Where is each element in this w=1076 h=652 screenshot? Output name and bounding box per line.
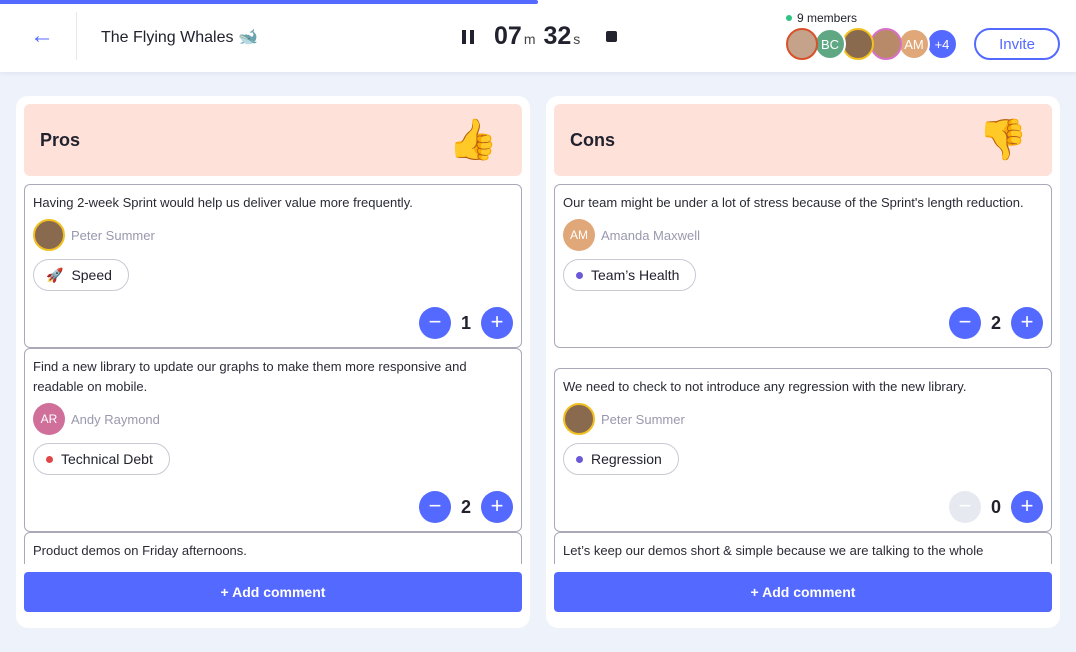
session-title: The Flying Whales 🐋 <box>101 29 258 46</box>
comment-author: AM Amanda Maxwell <box>563 219 1043 251</box>
member-avatar[interactable]: +4 <box>926 28 958 60</box>
member-avatar[interactable] <box>842 28 874 60</box>
avatar: AM <box>563 219 595 251</box>
comment-card[interactable]: We need to check to not introduce any re… <box>554 368 1052 532</box>
comment-list[interactable]: Our team might be under a lot of stress … <box>554 184 1052 564</box>
timer-minutes: 07 <box>494 22 522 50</box>
timer-seconds: 32 <box>543 22 572 50</box>
comment-card[interactable]: Having 2-week Sprint would help us deliv… <box>24 184 522 348</box>
comment-card[interactable]: Our team might be under a lot of stress … <box>554 184 1052 348</box>
author-name: Peter Summer <box>71 227 155 243</box>
downvote-button[interactable]: − <box>949 307 981 339</box>
tag-chip[interactable]: 🚀 Speed <box>33 259 129 291</box>
author-name: Amanda Maxwell <box>601 227 700 243</box>
member-avatars[interactable]: BC AM +4 <box>786 28 958 60</box>
back-arrow-icon[interactable]: ← <box>30 22 58 50</box>
downvote-button[interactable]: − <box>419 491 451 523</box>
upvote-button[interactable]: + <box>1011 307 1043 339</box>
vote-count: 2 <box>460 496 471 517</box>
tag-label: Team’s Health <box>591 267 680 283</box>
comment-card[interactable]: Find a new library to update our graphs … <box>24 348 522 532</box>
member-avatar[interactable]: BC <box>814 28 846 60</box>
comment-list[interactable]: Having 2-week Sprint would help us deliv… <box>24 184 522 564</box>
members-count: 9 members <box>786 11 857 25</box>
comment-card[interactable]: Let’s keep our demos short & simple beca… <box>554 532 1052 564</box>
tag-dot-icon <box>576 271 583 279</box>
divider <box>76 12 77 60</box>
downvote-button[interactable]: − <box>419 307 451 339</box>
vote-controls: −2 + <box>949 307 1043 339</box>
invite-button[interactable]: Invite <box>974 28 1060 60</box>
tag-label: Speed <box>71 267 112 283</box>
column-cons: Cons 👎 Our team might be under a lot of s… <box>546 96 1060 628</box>
vote-count: 0 <box>990 496 1001 517</box>
column-header: Pros 👍 <box>24 104 522 176</box>
avatar <box>33 219 65 251</box>
member-avatar[interactable] <box>786 28 818 60</box>
member-avatar[interactable] <box>870 28 902 60</box>
comment-text: Our team might be under a lot of stress … <box>563 195 1024 210</box>
upvote-button[interactable]: + <box>481 491 513 523</box>
tag-dot-icon <box>46 455 53 463</box>
rocket-icon: 🚀 <box>46 266 64 283</box>
downvote-button[interactable]: − <box>949 491 981 523</box>
column-pros: Pros 👍 Having 2-week Sprint would help us… <box>16 96 530 628</box>
seconds-unit: s <box>573 31 581 47</box>
column-header: Cons 👎 <box>554 104 1052 176</box>
comment-text: Having 2-week Sprint would help us deliv… <box>33 195 413 210</box>
comment-author: Peter Summer <box>33 219 513 251</box>
column-title: Cons <box>570 130 615 150</box>
header: ← The Flying Whales 🐋 07 m 32 s 9 member… <box>0 0 1076 72</box>
tag-chip[interactable]: Regression <box>563 443 679 475</box>
add-comment-button[interactable]: + Add comment <box>24 572 522 612</box>
upvote-button[interactable]: + <box>481 307 513 339</box>
vote-count: 2 <box>990 312 1001 333</box>
thumbs-up-icon: 👍 <box>448 118 498 162</box>
member-avatar[interactable]: AM <box>898 28 930 60</box>
comment-text: We need to check to not introduce any re… <box>563 379 967 394</box>
stop-icon[interactable] <box>606 31 618 42</box>
comment-author: AR Andy Raymond <box>33 403 513 435</box>
minutes-unit: m <box>523 31 536 47</box>
tag-label: Regression <box>591 451 662 467</box>
online-dot-icon <box>786 15 792 21</box>
members-label: 9 members <box>797 11 858 25</box>
thumbs-down-icon: 👎 <box>978 118 1028 162</box>
vote-controls: −1 + <box>419 307 513 339</box>
tag-chip[interactable]: Team’s Health <box>563 259 697 291</box>
avatar <box>563 403 595 435</box>
comment-text: Let’s keep our demos short & simple beca… <box>563 543 984 558</box>
vote-controls: −2 + <box>419 491 513 523</box>
comment-author: Peter Summer <box>563 403 1043 435</box>
timer: 07 m 32 s <box>462 22 618 51</box>
tag-dot-icon <box>576 455 583 463</box>
author-name: Andy Raymond <box>71 411 160 427</box>
comment-text: Product demos on Friday afternoons. <box>33 543 247 558</box>
vote-count: 1 <box>460 312 471 333</box>
tag-chip[interactable]: Technical Debt <box>33 443 170 475</box>
comment-text: Find a new library to update our graphs … <box>33 359 467 394</box>
comment-card[interactable]: Product demos on Friday afternoons. <box>24 532 522 564</box>
column-title: Pros <box>40 130 81 150</box>
pause-icon[interactable] <box>462 29 474 44</box>
session-progress-bar <box>0 0 538 4</box>
author-name: Peter Summer <box>601 411 685 427</box>
add-comment-button[interactable]: + Add comment <box>554 572 1052 612</box>
vote-controls: −0 + <box>949 491 1043 523</box>
tag-label: Technical Debt <box>61 451 153 467</box>
upvote-button[interactable]: + <box>1011 491 1043 523</box>
avatar: AR <box>33 403 65 435</box>
